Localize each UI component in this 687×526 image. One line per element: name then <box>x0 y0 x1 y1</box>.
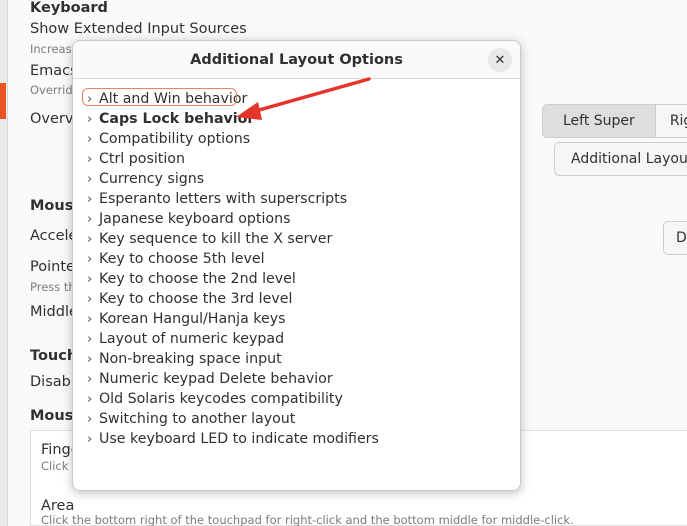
chevron-right-icon: › <box>87 291 93 307</box>
layout-options-list: › Alt and Win behavior › Caps Lock behavior… <box>87 89 379 449</box>
press-text: Press th <box>30 280 76 294</box>
layout-option-item[interactable]: › Compatibility options <box>87 129 379 149</box>
overview-shortcut-label: Overvi <box>30 111 78 127</box>
layout-option-item[interactable]: › Key to choose the 3rd level <box>87 289 379 309</box>
chevron-right-icon: › <box>87 211 93 227</box>
layout-option-label: Esperanto letters with superscripts <box>99 191 348 207</box>
chevron-right-icon: › <box>87 411 93 427</box>
layout-option-label: Ctrl position <box>99 151 185 167</box>
acceleration-label: Accele <box>30 228 78 244</box>
layout-option-label: Key to choose the 3rd level <box>99 291 293 307</box>
chevron-right-icon: › <box>87 111 93 127</box>
area-label: Area <box>41 498 75 514</box>
chevron-right-icon: › <box>87 231 93 247</box>
layout-option-label: Non-breaking space input <box>99 351 282 367</box>
default-button[interactable]: De <box>663 221 687 255</box>
layout-option-label: Caps Lock behavior <box>99 111 255 127</box>
layout-option-item[interactable]: › Japanese keyboard options <box>87 209 379 229</box>
layout-option-item[interactable]: › Korean Hangul/Hanja keys <box>87 309 379 329</box>
chevron-right-icon: › <box>87 251 93 267</box>
close-icon[interactable]: ✕ <box>488 48 512 72</box>
layout-option-label: Layout of numeric keypad <box>99 331 285 347</box>
chevron-right-icon: › <box>87 171 93 187</box>
layout-option-item[interactable]: › Layout of numeric keypad <box>87 329 379 349</box>
overview-key-toggle: Left Super Rig <box>542 104 687 138</box>
chevron-right-icon: › <box>87 331 93 347</box>
chevron-right-icon: › <box>87 391 93 407</box>
middle-click-label: Middle <box>30 304 78 320</box>
layout-option-item[interactable]: › Non-breaking space input <box>87 349 379 369</box>
layout-option-item[interactable]: › Old Solaris keycodes compatibility <box>87 389 379 409</box>
chevron-right-icon: › <box>87 311 93 327</box>
dialog-title: Additional Layout Options <box>190 51 403 68</box>
layout-option-label: Switching to another layout <box>99 411 296 427</box>
left-super-button[interactable]: Left Super <box>542 104 656 138</box>
layout-option-label: Numeric keypad Delete behavior <box>99 371 333 387</box>
layout-option-label: Use keyboard LED to indicate modifiers <box>99 431 379 447</box>
right-super-button[interactable]: Rig <box>655 104 687 138</box>
keyboard-heading: Keyboard <box>30 0 108 16</box>
sidebar-selection-indicator <box>0 83 6 119</box>
sidebar-edge <box>0 0 8 526</box>
layout-option-label: Japanese keyboard options <box>99 211 291 227</box>
layout-option-item[interactable]: › Numeric keypad Delete behavior <box>87 369 379 389</box>
dialog-header: Additional Layout Options ✕ <box>73 41 520 79</box>
annotation-highlight-box <box>82 88 237 106</box>
layout-option-item[interactable]: › Key to choose the 2nd level <box>87 269 379 289</box>
touchpad-heading: Touch <box>30 348 78 364</box>
layout-option-label: Currency signs <box>99 171 205 187</box>
layout-option-item[interactable]: › Key sequence to kill the X server <box>87 229 379 249</box>
layout-option-label: Old Solaris keycodes compatibility <box>99 391 343 407</box>
additional-layout-options-button[interactable]: Additional Layout <box>554 142 687 176</box>
layout-option-item[interactable]: › Esperanto letters with superscripts <box>87 189 379 209</box>
pointer-speed-label: Pointe <box>30 259 75 275</box>
chevron-right-icon: › <box>87 271 93 287</box>
show-extended-input-sources-label: Show Extended Input Sources <box>30 21 247 37</box>
chevron-right-icon: › <box>87 351 93 367</box>
chevron-right-icon: › <box>87 131 93 147</box>
chevron-right-icon: › <box>87 371 93 387</box>
additional-layout-options-dialog: Additional Layout Options ✕ › Alt and Win… <box>72 40 521 491</box>
layout-option-label: Key to choose 5th level <box>99 251 265 267</box>
layout-option-label: Compatibility options <box>99 131 251 147</box>
chevron-right-icon: › <box>87 151 93 167</box>
layout-option-item[interactable]: › Currency signs <box>87 169 379 189</box>
emacs-label: Emacs <box>30 63 78 79</box>
override-text: Overrid <box>30 83 73 97</box>
layout-option-label: Korean Hangul/Hanja keys <box>99 311 286 327</box>
chevron-right-icon: › <box>87 191 93 207</box>
layout-option-item[interactable]: › Switching to another layout <box>87 409 379 429</box>
chevron-right-icon: › <box>87 431 93 447</box>
area-description: Click the bottom right of the touchpad f… <box>41 513 574 526</box>
disable-label: Disabl <box>30 374 75 390</box>
layout-option-label: Key to choose the 2nd level <box>99 271 296 287</box>
layout-option-item[interactable]: › Caps Lock behavior <box>87 109 379 129</box>
layout-option-label: Key sequence to kill the X server <box>99 231 333 247</box>
layout-option-item[interactable]: › Ctrl position <box>87 149 379 169</box>
layout-option-item[interactable]: › Use keyboard LED to indicate modifiers <box>87 429 379 449</box>
layout-option-item[interactable]: › Key to choose 5th level <box>87 249 379 269</box>
